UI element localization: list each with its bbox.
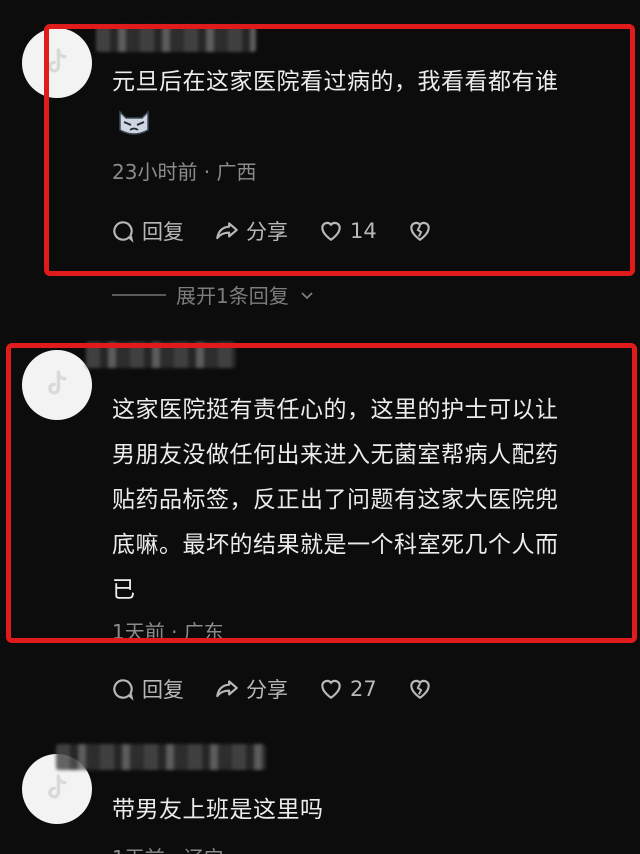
highlight-box (44, 24, 635, 276)
expand-replies-label: 展开1条回复 (176, 284, 289, 308)
divider-line (112, 293, 166, 296)
reply-label: 回复 (142, 678, 184, 702)
reply-button[interactable]: 回复 (110, 674, 184, 704)
share-icon (216, 680, 238, 698)
like-count: 27 (350, 677, 377, 701)
highlight-box (6, 343, 637, 643)
app-logo-icon (48, 774, 67, 799)
username-blurred[interactable] (56, 744, 266, 770)
expand-replies-button[interactable]: 展开1条回复 (112, 280, 315, 309)
dislike-button[interactable] (407, 676, 433, 702)
broken-heart-icon (409, 679, 430, 699)
heart-icon (321, 679, 341, 699)
share-button[interactable]: 分享 (214, 674, 288, 704)
comment-meta: 1天前 · 辽宁 (112, 842, 224, 854)
chevron-down-icon (301, 291, 313, 299)
comment-actions: 回复 分享 27 (110, 674, 433, 704)
comment-text: 带男友上班是这里吗 (112, 797, 324, 823)
like-button[interactable]: 27 (318, 676, 377, 702)
share-label: 分享 (246, 678, 288, 702)
reply-icon (113, 679, 134, 701)
